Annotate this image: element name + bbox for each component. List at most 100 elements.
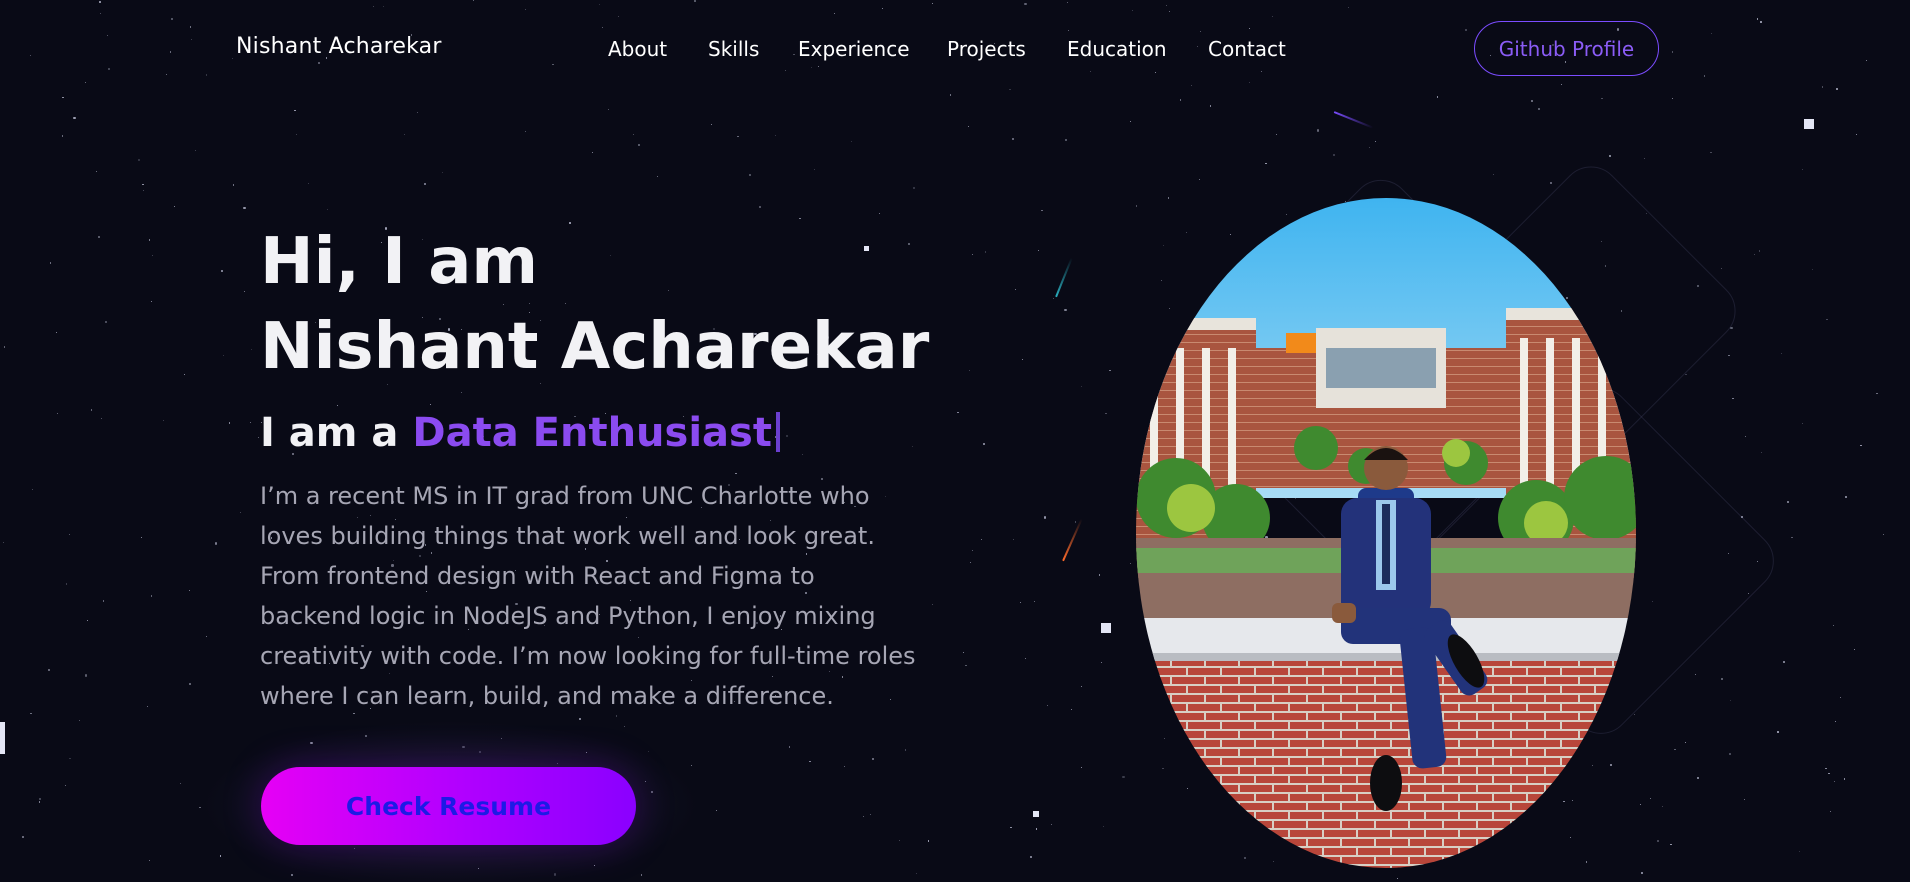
star-dot (97, 235, 100, 238)
star-dot (84, 674, 87, 677)
star-dot (1609, 763, 1613, 767)
decor-square (1804, 119, 1814, 129)
bio-line: where I can learn, build, and make a dif… (260, 682, 834, 710)
star-dot (799, 217, 801, 220)
role-prefix: I am a (260, 410, 399, 456)
star-dot (291, 874, 294, 877)
star-dot (21, 836, 24, 839)
star-dot (1791, 536, 1793, 538)
star-dot (257, 436, 260, 438)
star-dot (525, 130, 527, 132)
star-dot (774, 134, 777, 137)
star-dot (188, 683, 192, 686)
nav-link-education[interactable]: Education (1067, 37, 1167, 61)
star-dot (1129, 120, 1131, 123)
star-dot (337, 405, 339, 407)
star-dot (219, 855, 222, 857)
star-dot (969, 370, 971, 372)
star-dot (151, 595, 153, 597)
star-dot (179, 782, 182, 785)
star-dot (1569, 836, 1571, 838)
star-dot (915, 872, 917, 874)
nav-link-projects[interactable]: Projects (947, 37, 1026, 61)
star-dot (101, 417, 103, 420)
decor-square (1101, 623, 1111, 633)
star-dot (1744, 436, 1747, 438)
star-dot (656, 175, 658, 177)
star-dot (1661, 806, 1663, 808)
star-dot (908, 242, 911, 245)
star-dot (1198, 179, 1200, 181)
star-dot (564, 302, 566, 304)
star-dot (243, 207, 246, 210)
star-dot (73, 116, 76, 120)
star-dot (1811, 269, 1813, 271)
star-dot (1230, 234, 1232, 236)
star-dot (146, 705, 148, 708)
star-dot (1275, 133, 1278, 135)
star-dot (904, 749, 906, 751)
nav-link-about[interactable]: About (608, 37, 667, 61)
star-dot (1034, 601, 1036, 603)
star-dot (1843, 778, 1845, 780)
star-dot (690, 764, 693, 766)
star-dot (294, 109, 296, 112)
navbar: Nishant Acharekar About Skills Experienc… (0, 0, 1910, 98)
star-dot (220, 270, 224, 273)
role-highlight: Data Enthusiast (412, 410, 772, 456)
star-dot (927, 840, 930, 842)
star-dot (232, 184, 234, 186)
star-dot (1046, 704, 1048, 706)
star-dot (1801, 423, 1803, 425)
star-dot (578, 718, 582, 721)
nav-link-skills[interactable]: Skills (708, 37, 759, 61)
decor-square (864, 246, 869, 251)
star-dot (96, 170, 98, 173)
star-dot (56, 332, 58, 334)
star-dot (1012, 539, 1014, 541)
github-profile-button[interactable]: Github Profile (1474, 21, 1659, 76)
star-dot (174, 205, 176, 207)
star-dot (1011, 138, 1014, 141)
brand-name[interactable]: Nishant Acharekar (236, 34, 442, 59)
star-dot (1103, 825, 1105, 827)
star-dot (1674, 748, 1676, 750)
star-dot (592, 151, 594, 153)
star-dot (980, 539, 982, 541)
star-dot (1729, 753, 1731, 755)
star-dot (1179, 99, 1181, 101)
star-dot (1101, 661, 1103, 664)
star-dot (862, 816, 864, 818)
star-dot (502, 303, 504, 305)
star-dot (1777, 731, 1779, 733)
star-dot (424, 183, 426, 185)
star-dot (1710, 151, 1712, 154)
star-dot (1374, 140, 1376, 142)
check-resume-button[interactable]: Check Resume (261, 767, 636, 845)
star-dot (307, 183, 309, 185)
star-dot (243, 290, 246, 293)
star-dot (1828, 772, 1830, 774)
star-dot (1530, 99, 1534, 102)
star-dot (1591, 764, 1593, 766)
star-dot (3, 541, 5, 543)
star-dot (141, 536, 143, 538)
star-dot (647, 750, 650, 752)
nav-link-experience[interactable]: Experience (798, 37, 910, 61)
star-dot (86, 620, 88, 622)
star-dot (1185, 231, 1187, 233)
star-dot (809, 760, 811, 762)
star-dot (1160, 279, 1162, 281)
star-dot (1081, 685, 1083, 687)
decor-square (0, 722, 5, 754)
star-dot (1272, 860, 1274, 863)
star-dot (416, 111, 418, 114)
star-dot (1168, 307, 1170, 309)
star-dot (1022, 358, 1024, 360)
star-dot (1882, 533, 1884, 536)
star-dot (1856, 133, 1858, 136)
star-dot (48, 669, 51, 672)
nav-link-contact[interactable]: Contact (1208, 37, 1286, 61)
star-dot (102, 600, 104, 602)
star-dot (1840, 697, 1842, 699)
